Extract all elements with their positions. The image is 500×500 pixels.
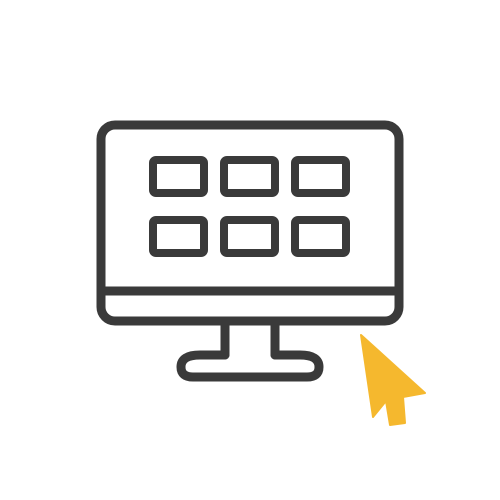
monitor-stand xyxy=(176,316,324,382)
app-tile xyxy=(149,216,208,257)
app-tile xyxy=(149,156,208,197)
cursor-arrow-icon xyxy=(360,334,426,426)
app-tile xyxy=(291,216,350,257)
app-tile xyxy=(220,216,279,257)
app-tile xyxy=(291,156,350,197)
illustration-canvas xyxy=(0,0,500,500)
monitor-base xyxy=(176,350,324,382)
app-tile xyxy=(220,156,279,197)
monitor-illustration xyxy=(96,120,426,426)
app-grid xyxy=(149,156,350,257)
